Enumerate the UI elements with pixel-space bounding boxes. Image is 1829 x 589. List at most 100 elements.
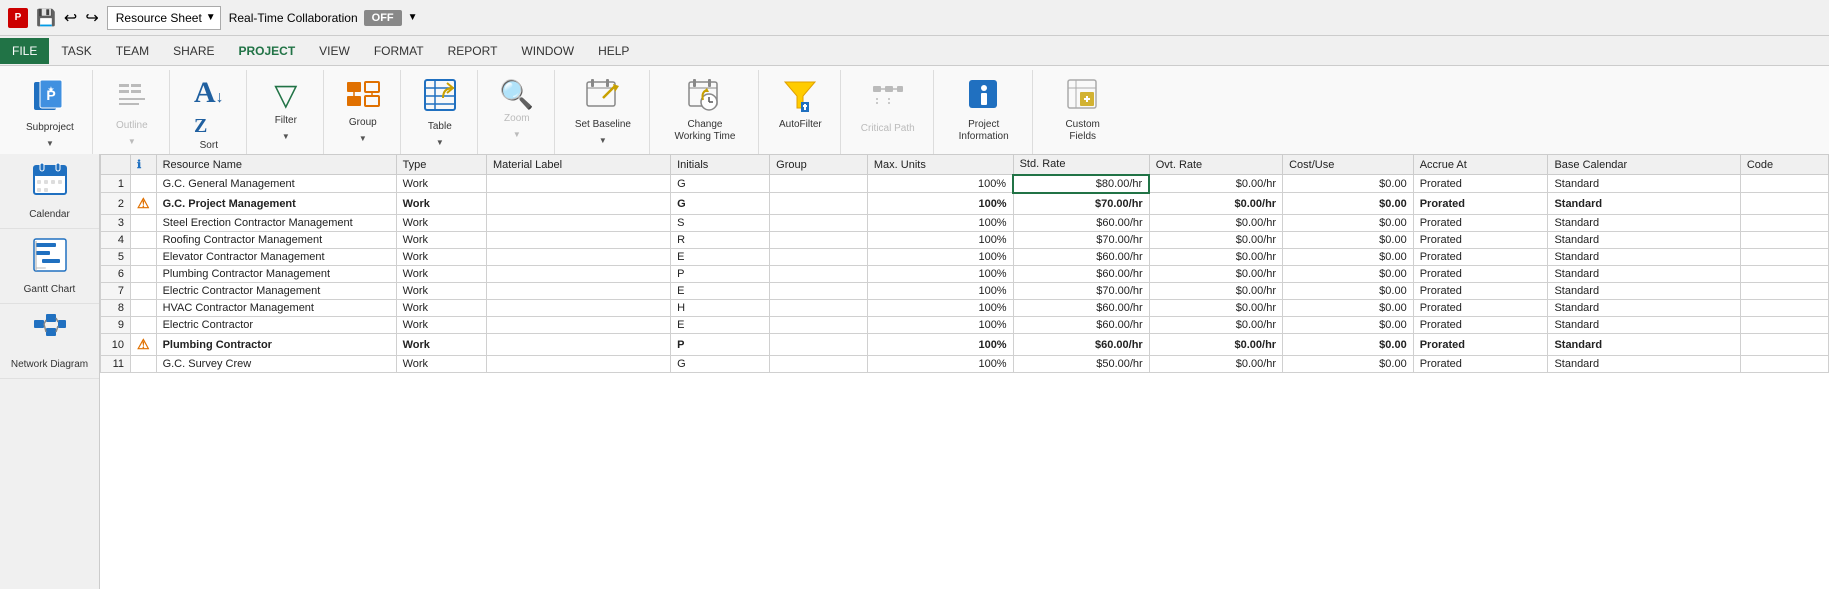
accrue-at-cell[interactable]: Prorated — [1413, 317, 1548, 334]
material-label-cell[interactable] — [486, 356, 670, 373]
group-cell[interactable] — [770, 232, 868, 249]
initials-cell[interactable]: H — [671, 300, 770, 317]
table-dropdown[interactable]: ▼ — [436, 138, 444, 147]
menu-window[interactable]: WINDOW — [509, 38, 586, 64]
sort-button[interactable]: A↓Z Sort — [184, 74, 234, 156]
undo-icon[interactable]: ↩ — [64, 8, 77, 28]
table-row[interactable]: 10⚠Plumbing ContractorWorkP100%$60.00/hr… — [101, 334, 1829, 356]
sidebar-item-gantt[interactable]: Gantt Chart — [0, 229, 99, 304]
menu-task[interactable]: TASK — [49, 38, 103, 64]
base-calendar-cell[interactable]: Standard — [1548, 215, 1740, 232]
material-label-cell[interactable] — [486, 175, 670, 193]
ovt-rate-cell[interactable]: $0.00/hr — [1149, 249, 1282, 266]
header-ovt-rate[interactable]: Ovt. Rate — [1149, 155, 1282, 175]
table-row[interactable]: 4Roofing Contractor ManagementWorkR100%$… — [101, 232, 1829, 249]
cost-use-cell[interactable]: $0.00 — [1283, 175, 1414, 193]
header-initials[interactable]: Initials — [671, 155, 770, 175]
code-cell[interactable] — [1740, 266, 1828, 283]
code-cell[interactable] — [1740, 193, 1828, 215]
menu-help[interactable]: HELP — [586, 38, 641, 64]
material-label-cell[interactable] — [486, 215, 670, 232]
ovt-rate-cell[interactable]: $0.00/hr — [1149, 283, 1282, 300]
resource-type-cell[interactable]: Work — [396, 193, 486, 215]
resource-type-cell[interactable]: Work — [396, 317, 486, 334]
material-label-cell[interactable] — [486, 232, 670, 249]
initials-cell[interactable]: R — [671, 232, 770, 249]
group-cell[interactable] — [770, 300, 868, 317]
accrue-at-cell[interactable]: Prorated — [1413, 232, 1548, 249]
max-units-cell[interactable]: 100% — [867, 249, 1013, 266]
material-label-cell[interactable] — [486, 300, 670, 317]
code-cell[interactable] — [1740, 175, 1828, 193]
code-cell[interactable] — [1740, 356, 1828, 373]
group-cell[interactable] — [770, 356, 868, 373]
code-cell[interactable] — [1740, 334, 1828, 356]
header-type[interactable]: Type — [396, 155, 486, 175]
autofilter-button[interactable]: AutoFilter — [773, 74, 828, 135]
material-label-cell[interactable] — [486, 193, 670, 215]
header-resource-name[interactable]: Resource Name — [156, 155, 396, 175]
material-label-cell[interactable] — [486, 266, 670, 283]
std-rate-cell[interactable]: $60.00/hr — [1013, 215, 1149, 232]
cost-use-cell[interactable]: $0.00 — [1283, 317, 1414, 334]
header-code[interactable]: Code — [1740, 155, 1828, 175]
resource-name-cell[interactable]: G.C. Survey Crew — [156, 356, 396, 373]
code-cell[interactable] — [1740, 215, 1828, 232]
header-std-rate[interactable]: Std. Rate — [1013, 155, 1149, 175]
header-base-calendar[interactable]: Base Calendar — [1548, 155, 1740, 175]
max-units-cell[interactable]: 100% — [867, 232, 1013, 249]
cost-use-cell[interactable]: $0.00 — [1283, 193, 1414, 215]
base-calendar-cell[interactable]: Standard — [1548, 193, 1740, 215]
menu-share[interactable]: SHARE — [161, 38, 226, 64]
resource-type-cell[interactable]: Work — [396, 334, 486, 356]
material-label-cell[interactable] — [486, 334, 670, 356]
material-label-cell[interactable] — [486, 317, 670, 334]
std-rate-cell[interactable]: $60.00/hr — [1013, 266, 1149, 283]
max-units-cell[interactable]: 100% — [867, 193, 1013, 215]
resource-type-cell[interactable]: Work — [396, 175, 486, 193]
group-cell[interactable] — [770, 334, 868, 356]
resource-type-cell[interactable]: Work — [396, 249, 486, 266]
resource-name-cell[interactable]: Electric Contractor Management — [156, 283, 396, 300]
collab-toggle[interactable]: OFF — [364, 10, 402, 26]
table-row[interactable]: 2⚠G.C. Project ManagementWorkG100%$70.00… — [101, 193, 1829, 215]
resource-type-cell[interactable]: Work — [396, 232, 486, 249]
ovt-rate-cell[interactable]: $0.00/hr — [1149, 317, 1282, 334]
cost-use-cell[interactable]: $0.00 — [1283, 334, 1414, 356]
view-dropdown-icon[interactable]: ▼ — [206, 12, 216, 23]
header-cost-use[interactable]: Cost/Use — [1283, 155, 1414, 175]
sidebar-item-calendar[interactable]: Calendar — [0, 154, 99, 229]
resource-type-cell[interactable]: Work — [396, 300, 486, 317]
group-cell[interactable] — [770, 193, 868, 215]
table-row[interactable]: 9Electric ContractorWorkE100%$60.00/hr$0… — [101, 317, 1829, 334]
initials-cell[interactable]: E — [671, 317, 770, 334]
resource-name-cell[interactable]: Roofing Contractor Management — [156, 232, 396, 249]
menu-team[interactable]: TEAM — [104, 38, 161, 64]
std-rate-cell[interactable]: $50.00/hr — [1013, 356, 1149, 373]
menu-file[interactable]: FILE — [0, 38, 49, 64]
ovt-rate-cell[interactable]: $0.00/hr — [1149, 215, 1282, 232]
table-row[interactable]: 3Steel Erection Contractor ManagementWor… — [101, 215, 1829, 232]
initials-cell[interactable]: E — [671, 283, 770, 300]
resource-type-cell[interactable]: Work — [396, 356, 486, 373]
initials-cell[interactable]: G — [671, 356, 770, 373]
resource-name-cell[interactable]: HVAC Contractor Management — [156, 300, 396, 317]
header-group[interactable]: Group — [770, 155, 868, 175]
header-max-units[interactable]: Max. Units — [867, 155, 1013, 175]
menu-view[interactable]: VIEW — [307, 38, 362, 64]
base-calendar-cell[interactable]: Standard — [1548, 300, 1740, 317]
cost-use-cell[interactable]: $0.00 — [1283, 266, 1414, 283]
subproject-button[interactable]: P ★ Subproject — [20, 74, 80, 138]
group-cell[interactable] — [770, 249, 868, 266]
sidebar-item-network[interactable]: Network Diagram — [0, 304, 99, 379]
ovt-rate-cell[interactable]: $0.00/hr — [1149, 232, 1282, 249]
resource-name-cell[interactable]: G.C. Project Management — [156, 193, 396, 215]
initials-cell[interactable]: G — [671, 193, 770, 215]
material-label-cell[interactable] — [486, 249, 670, 266]
resource-name-cell[interactable]: Plumbing Contractor — [156, 334, 396, 356]
view-selector[interactable]: Resource Sheet ▼ — [107, 6, 221, 30]
max-units-cell[interactable]: 100% — [867, 266, 1013, 283]
max-units-cell[interactable]: 100% — [867, 283, 1013, 300]
table-row[interactable]: 1G.C. General ManagementWorkG100%$80.00/… — [101, 175, 1829, 193]
max-units-cell[interactable]: 100% — [867, 215, 1013, 232]
